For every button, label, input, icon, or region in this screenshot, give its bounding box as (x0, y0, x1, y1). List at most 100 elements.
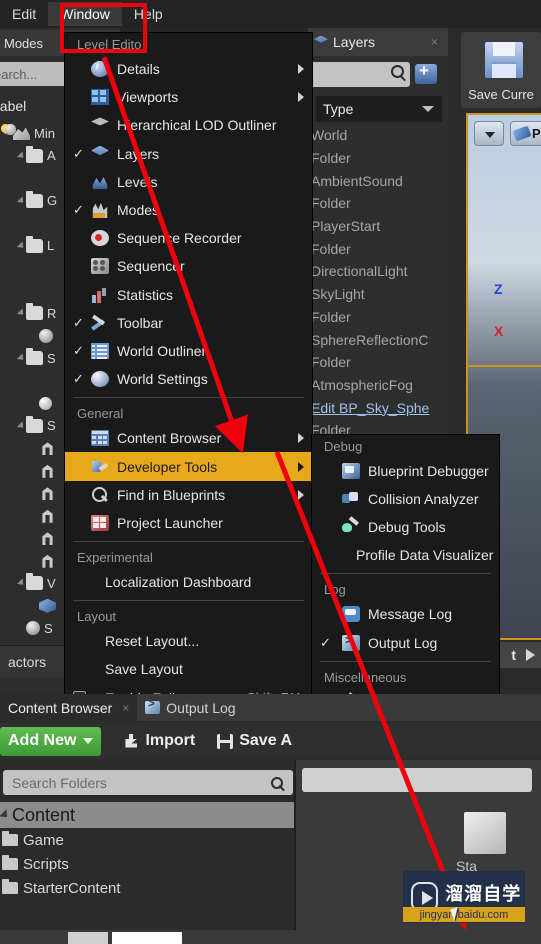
menu-section-header: Miscellaneous (324, 669, 407, 685)
hlod-icon (91, 117, 109, 126)
layers-row: Folder (311, 308, 351, 325)
expand-triangle-icon[interactable] (16, 196, 27, 206)
menu-item-sequencer[interactable]: Sequencer (65, 252, 312, 280)
folder-icon (26, 145, 43, 163)
menu-item-project-launcher[interactable]: Project Launcher (65, 509, 312, 537)
menu-item-toolbar[interactable]: ✓ Toolbar (65, 309, 312, 337)
folder-item-label: Game (23, 831, 64, 849)
outliner-row-label: L (47, 238, 55, 254)
outliner-row-label: A (47, 148, 56, 164)
menu-separator (320, 573, 491, 575)
menu-item-world-settings[interactable]: ✓ World Settings (65, 365, 312, 393)
arch-mesh-icon (42, 532, 53, 546)
watermark-title: 溜溜自学 (445, 883, 522, 904)
layers-search-input[interactable] (310, 62, 410, 87)
menu-item-message-log[interactable]: Message Log (312, 600, 499, 628)
menu-item-debug-tools[interactable]: Debug Tools (312, 513, 499, 541)
menu-item-viewports[interactable]: Viewports (65, 83, 312, 111)
menu-item-localization-dashboard[interactable]: Localization Dashboard (65, 568, 312, 596)
layers-row-list: World Folder AmbientSound Folder PlayerStart… (311, 124, 443, 442)
asset-thumbnail[interactable] (464, 812, 506, 854)
menu-item-label: Viewports (117, 89, 179, 106)
menubar-item-window[interactable]: Window (48, 2, 122, 26)
tab-output-log[interactable]: Output Log (137, 694, 243, 721)
menu-item-label: Content Browser (117, 430, 222, 447)
expand-triangle-icon[interactable] (16, 353, 27, 363)
viewport-perspective-button[interactable]: P (510, 121, 541, 146)
sphere-reflection-icon (26, 621, 40, 636)
submenu-arrow-icon (298, 433, 304, 444)
menu-item-developer-tools[interactable]: Developer Tools (65, 452, 312, 481)
menu-item-output-log[interactable]: ✓ Output Log (312, 628, 499, 656)
chevron-expand-icon (0, 809, 11, 821)
sphere-icon (39, 396, 52, 410)
folder-item[interactable]: StarterContent (0, 876, 294, 900)
tab-content-browser[interactable]: Content Browser × (0, 694, 138, 721)
viewport-options-dropdown[interactable] (474, 121, 504, 146)
message-log-icon (342, 606, 360, 623)
expand-triangle-icon[interactable] (16, 308, 27, 318)
save-current-label: Save Curre (468, 87, 534, 102)
asset-search-input[interactable] (302, 768, 532, 792)
add-layer-button[interactable] (415, 61, 437, 84)
outliner-row-label: S (47, 418, 56, 434)
menu-item-hierarchical-lod-outliner[interactable]: Hierarchical LOD Outliner (65, 111, 312, 139)
expand-triangle-icon[interactable] (16, 578, 27, 588)
menu-section-header: Layout (77, 609, 117, 625)
close-icon[interactable]: × (431, 35, 438, 49)
arch-mesh-icon (42, 487, 53, 501)
expand-triangle-icon[interactable] (16, 241, 27, 251)
sphere-reflection-icon (39, 328, 53, 343)
footer-block-right (112, 932, 182, 944)
menu-item-reset-layout[interactable]: Reset Layout... (65, 627, 312, 655)
add-new-button[interactable]: Add New (0, 726, 102, 756)
save-all-button[interactable]: Save A (217, 732, 292, 750)
sort-descending-icon (422, 106, 434, 112)
layers-tab-label: Layers (333, 34, 376, 50)
save-current-button[interactable]: Save Curre (461, 32, 541, 108)
import-icon (123, 733, 139, 749)
layers-row-link[interactable]: Edit BP_Sky_Sphe (311, 396, 443, 419)
modes-icon (92, 202, 108, 219)
window-menu: Level Edito Details Viewports Hierarchical… (64, 32, 313, 706)
menu-item-levels[interactable]: Levels (65, 168, 312, 196)
menu-item-label: World Outliner (117, 342, 207, 359)
expand-triangle-icon[interactable] (16, 151, 27, 161)
menu-item-blueprint-debugger[interactable]: Blueprint Debugger (312, 457, 499, 485)
menu-item-label: Hierarchical LOD Outliner (117, 117, 277, 134)
menu-item-sequence-recorder[interactable]: Sequence Recorder (65, 224, 312, 252)
menu-item-details[interactable]: Details (65, 55, 312, 83)
menu-item-collision-analyzer[interactable]: Collision Analyzer (312, 485, 499, 513)
menu-item-find-in-blueprints[interactable]: Find in Blueprints (65, 481, 312, 509)
checkmark-icon: ✓ (73, 314, 84, 330)
menubar-item-edit[interactable]: Edit (0, 2, 48, 26)
menu-item-world-outliner[interactable]: ✓ World Outliner (65, 337, 312, 365)
close-icon[interactable]: × (122, 701, 129, 715)
folder-item[interactable]: Scripts (0, 852, 294, 876)
perspective-label: P (532, 126, 541, 141)
submenu-arrow-icon (298, 64, 304, 75)
menu-item-label: Statistics (117, 286, 174, 303)
folder-content-root[interactable]: Content (0, 802, 294, 828)
layers-tab[interactable]: Layers × (308, 28, 448, 56)
import-button[interactable]: Import (123, 732, 195, 750)
expand-triangle-icon[interactable] (16, 421, 27, 431)
search-folders-input[interactable]: Search Folders (3, 770, 293, 795)
folder-item[interactable]: Game (0, 828, 294, 852)
menu-item-save-layout[interactable]: Save Layout (65, 655, 312, 683)
menu-item-modes[interactable]: ✓ Modes (65, 196, 312, 224)
menu-item-label: Blueprint Debugger (368, 463, 489, 480)
menu-item-statistics[interactable]: Statistics (65, 281, 312, 309)
menubar-item-help[interactable]: Help (122, 2, 175, 26)
menu-item-layers[interactable]: ✓ Layers (65, 140, 312, 168)
search-folders-placeholder: Search Folders (12, 774, 107, 791)
outliner-row-label: S (47, 350, 56, 366)
layers-type-column-header[interactable]: Type (316, 96, 442, 122)
play-icon[interactable] (526, 649, 535, 661)
footer-block-left (68, 932, 108, 944)
folder-icon (26, 573, 43, 591)
project-launcher-icon (91, 514, 109, 531)
menu-item-label: Debug Tools (368, 519, 446, 536)
menu-item-content-browser[interactable]: Content Browser (65, 424, 312, 452)
menu-item-profile-data-visualizer[interactable]: Profile Data Visualizer (312, 541, 499, 569)
